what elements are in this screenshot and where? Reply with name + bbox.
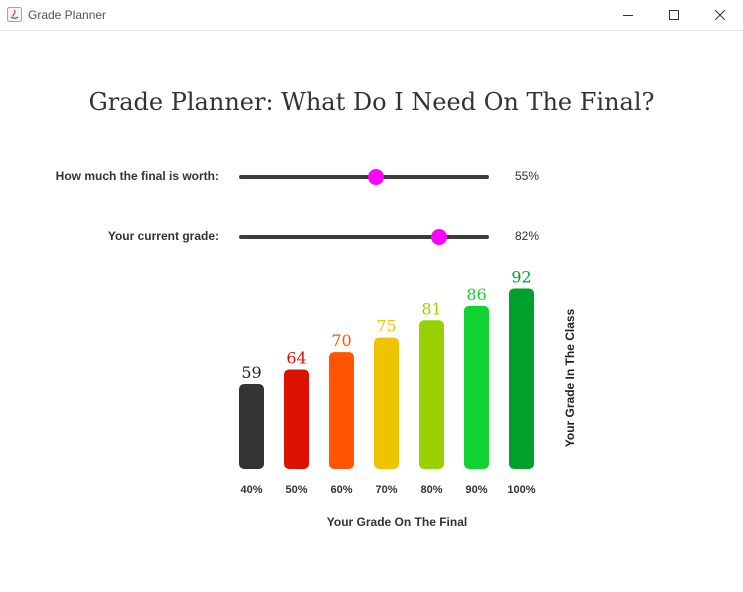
- bar-value-label: 70: [331, 331, 351, 350]
- bar-value-label: 75: [376, 317, 396, 336]
- x-tick-label: 100%: [507, 484, 535, 496]
- bar-value-label: 59: [241, 363, 261, 382]
- bar-value-label: 92: [511, 267, 531, 286]
- x-tick-label: 50%: [285, 484, 307, 496]
- x-tick-label: 90%: [465, 484, 487, 496]
- bar-value-label: 81: [421, 299, 441, 318]
- y-axis-title: Your Grade In The Class: [563, 308, 577, 448]
- bar-100pct: [509, 288, 534, 469]
- x-tick-label: 40%: [240, 484, 262, 496]
- x-tick-label: 80%: [420, 484, 442, 496]
- bar-90pct: [464, 305, 489, 469]
- x-tick-label: 60%: [330, 484, 352, 496]
- x-tick-label: 70%: [375, 484, 397, 496]
- bar-50pct: [284, 369, 309, 469]
- bar-80pct: [419, 320, 444, 469]
- bar-70pct: [374, 337, 399, 469]
- bar-value-label: 64: [286, 349, 306, 368]
- x-axis-title: Your Grade On The Final: [326, 515, 468, 529]
- bar-60pct: [329, 352, 354, 469]
- grade-bar-chart: 59 40% 64 50% 70 60% 75 70% 81 80% 86 90% 92 100%: [239, 267, 536, 496]
- bar-40pct: [239, 383, 264, 469]
- bar-value-label: 86: [466, 285, 486, 304]
